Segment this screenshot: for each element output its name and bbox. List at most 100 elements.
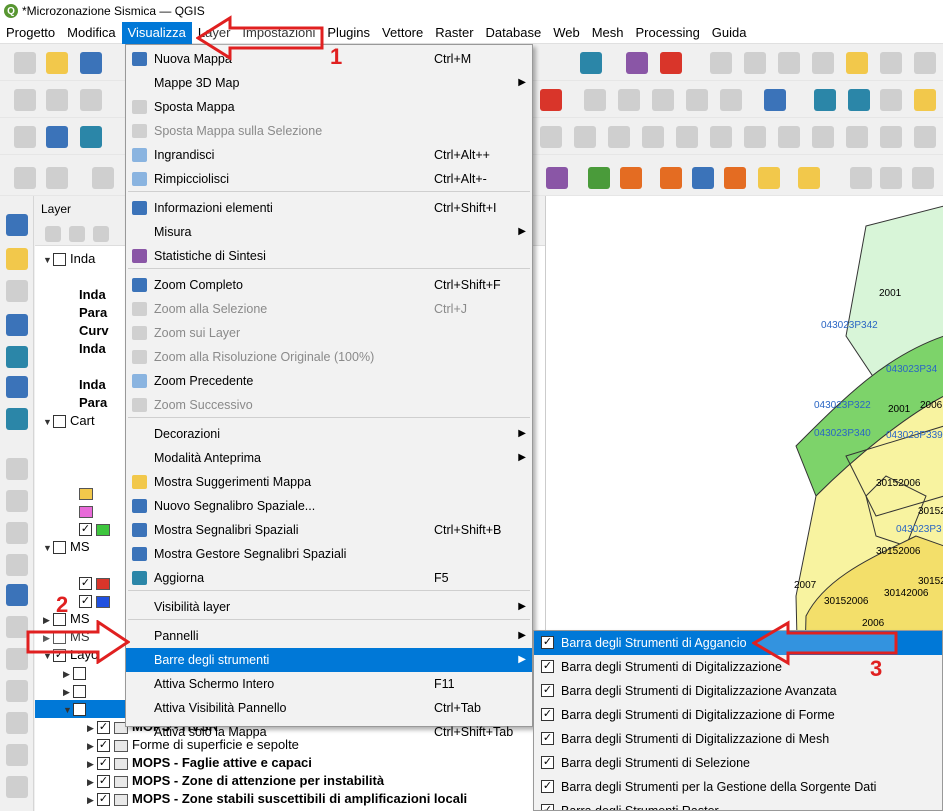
toolbar-toggle-item[interactable]: ✓ Barra degli Strumenti di Selezione [534, 751, 942, 775]
add-group-icon[interactable] [69, 226, 85, 242]
toolbar-toggle-item[interactable]: ✓ Barra degli Strumenti di Digitalizzazio… [534, 727, 942, 751]
toolbar-checkbox[interactable]: ✓ [541, 684, 554, 697]
grid-icon[interactable] [80, 126, 102, 148]
raster-tool-icon[interactable] [812, 52, 834, 74]
menu-item-visibilit-layer[interactable]: Visibilità layer ▶ [126, 595, 532, 619]
location-pin-icon[interactable] [724, 167, 746, 189]
label-abc-icon[interactable] [540, 89, 562, 111]
open-project-icon[interactable] [46, 52, 68, 74]
expand-arrow-icon[interactable]: ▶ [87, 791, 97, 809]
menu-mesh[interactable]: Mesh [586, 22, 630, 44]
menu-item-sposta-mappa-sulla-selezione[interactable]: Sposta Mappa sulla Selezione [126, 119, 532, 143]
zoom-layer-icon[interactable] [6, 648, 28, 670]
menu-item-zoom-alla-selezione[interactable]: Zoom alla Selezione Ctrl+J [126, 297, 532, 321]
toolbar-checkbox[interactable]: ✓ [541, 732, 554, 745]
expand-arrow-icon[interactable]: ▶ [87, 755, 97, 773]
shape-tool-icon[interactable] [778, 126, 800, 148]
layer-checkbox[interactable]: ✓ [97, 793, 110, 807]
layer-checkbox[interactable]: ✓ [79, 523, 92, 537]
raster-tool-icon[interactable] [880, 52, 902, 74]
layer-checkbox[interactable] [73, 667, 86, 681]
select-icon[interactable] [14, 167, 36, 189]
label-abc-icon[interactable] [652, 89, 674, 111]
menu-item-statistiche-di-sintesi[interactable]: Statistiche di Sintesi [126, 244, 532, 268]
expand-arrow-icon[interactable]: ▶ [87, 773, 97, 791]
zoom-next-icon[interactable] [6, 744, 28, 766]
shape-tool-icon[interactable] [744, 126, 766, 148]
zoom-out-icon[interactable] [6, 554, 28, 576]
menu-item-sposta-mappa[interactable]: Sposta Mappa [126, 95, 532, 119]
shape-tool-icon[interactable] [846, 126, 868, 148]
toolbar-checkbox[interactable]: ✓ [541, 756, 554, 769]
shape-tool-icon[interactable] [642, 126, 664, 148]
collapse-arrow-icon[interactable]: ▼ [43, 251, 53, 269]
style-icon[interactable] [45, 226, 61, 242]
toolbar-toggle-item[interactable]: ✓ Barra degli Strumenti Raster [534, 799, 942, 810]
layer-checkbox[interactable]: ✓ [97, 721, 110, 735]
menu-item-zoom-precedente[interactable]: Zoom Precedente [126, 369, 532, 393]
layer-checkbox[interactable]: ✓ [79, 577, 92, 591]
label-abc-icon[interactable] [720, 89, 742, 111]
report-icon[interactable] [912, 167, 934, 189]
menu-item-zoom-successivo[interactable]: Zoom Successivo [126, 393, 532, 417]
shape-tool-icon[interactable] [880, 126, 902, 148]
menu-progetto[interactable]: Progetto [0, 22, 61, 44]
layer-checkbox[interactable] [53, 415, 66, 429]
layer-checkbox[interactable] [53, 541, 66, 555]
layer-checkbox[interactable]: ✓ [97, 757, 110, 771]
database-add-icon[interactable] [546, 167, 568, 189]
layer-checkbox[interactable] [53, 253, 66, 267]
toolbar-checkbox[interactable]: ✓ [541, 660, 554, 673]
layer-checkbox[interactable]: ✓ [79, 595, 92, 609]
label-abc-icon[interactable] [618, 89, 640, 111]
zoom-full-icon[interactable] [6, 584, 28, 606]
select-icon[interactable] [92, 167, 114, 189]
crosshair-icon[interactable] [660, 52, 682, 74]
menu-item-rimpicciolisci[interactable]: Rimpicciolisci Ctrl+Alt+- [126, 167, 532, 191]
zoom-actual-icon[interactable] [6, 680, 28, 702]
globe-icon[interactable] [814, 89, 836, 111]
document-icon[interactable] [758, 167, 780, 189]
upload-icon[interactable] [620, 167, 642, 189]
edit-pencil-icon[interactable] [46, 89, 68, 111]
menu-visualizza[interactable]: Visualizza [121, 21, 192, 44]
menu-item-attiva-visibilit-pannello[interactable]: Attiva Visibilità Pannello Ctrl+Tab [126, 696, 532, 720]
expand-arrow-icon[interactable]: ▶ [87, 719, 97, 737]
layer-checkbox[interactable] [73, 685, 86, 699]
help-icon[interactable] [580, 52, 602, 74]
new-map-icon[interactable] [6, 776, 28, 798]
shape-tool-icon[interactable] [540, 126, 562, 148]
pencil-icon[interactable] [660, 167, 682, 189]
menu-item-nuovo-segnalibro-spaziale[interactable]: Nuovo Segnalibro Spaziale... [126, 494, 532, 518]
save-project-icon[interactable] [80, 52, 102, 74]
add-raster-icon[interactable] [6, 248, 28, 270]
menu-item-misura[interactable]: Misura ▶ [126, 220, 532, 244]
grid-icon[interactable] [46, 126, 68, 148]
menu-item-modalit-anteprima[interactable]: Modalità Anteprima ▶ [126, 446, 532, 470]
collapse-arrow-icon[interactable]: ▼ [43, 413, 53, 431]
plugin-icon[interactable] [880, 89, 902, 111]
edit-pencil-icon[interactable] [14, 89, 36, 111]
toolbar-toggle-item[interactable]: ✓ Barra degli Strumenti di Digitalizzazio… [534, 703, 942, 727]
menu-item-nuova-mappa[interactable]: Nuova Mappa Ctrl+M [126, 47, 532, 71]
menu-item-attiva-solo-la-mappa[interactable]: Attiva solo la Mappa Ctrl+Shift+Tab [126, 720, 532, 744]
menu-modifica[interactable]: Modifica [61, 22, 121, 44]
expand-arrow-icon[interactable]: ▶ [63, 683, 73, 701]
save-edits-icon[interactable] [80, 89, 102, 111]
shape-tool-icon[interactable] [812, 126, 834, 148]
menu-item-mostra-gestore-segnalibri-spaziali[interactable]: Mostra Gestore Segnalibri Spaziali [126, 542, 532, 566]
menu-database[interactable]: Database [480, 22, 548, 44]
menu-item-mostra-suggerimenti-mappa[interactable]: Mostra Suggerimenti Mappa [126, 470, 532, 494]
toolbar-checkbox[interactable]: ✓ [541, 804, 554, 810]
shape-tool-icon[interactable] [574, 126, 596, 148]
collapse-arrow-icon[interactable]: ▼ [63, 701, 73, 719]
menu-item-mostra-segnalibri-spaziali[interactable]: Mostra Segnalibri Spaziali Ctrl+Shift+B [126, 518, 532, 542]
shape-tool-icon[interactable] [608, 126, 630, 148]
collapse-arrow-icon[interactable]: ▼ [43, 539, 53, 557]
digitize-icon[interactable] [626, 52, 648, 74]
menu-vettore[interactable]: Vettore [376, 22, 429, 44]
menu-item-attiva-schermo-intero[interactable]: Attiva Schermo Intero F11 [126, 672, 532, 696]
globe-icon[interactable] [848, 89, 870, 111]
raster-tool-icon[interactable] [710, 52, 732, 74]
menu-plugins[interactable]: Plugins [321, 22, 376, 44]
